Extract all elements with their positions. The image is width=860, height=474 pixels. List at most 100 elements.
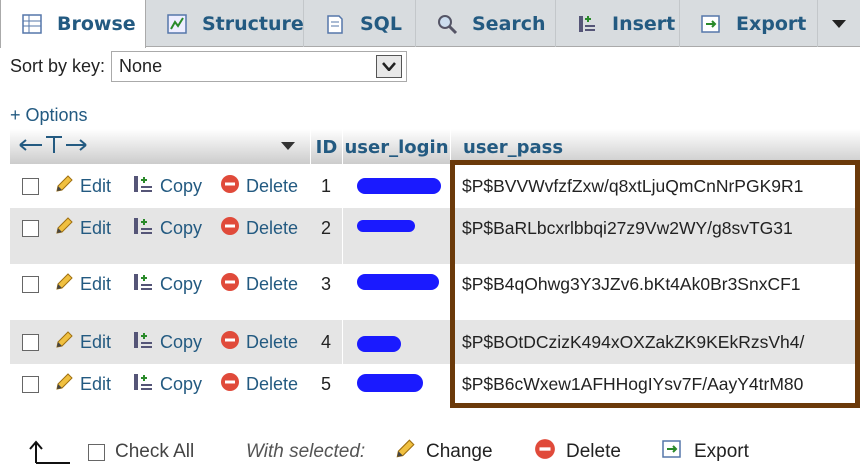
delete-icon [220,272,240,297]
insert-icon [576,13,598,35]
left-right-arrows-icon [18,135,88,160]
sql-icon [324,13,346,35]
copy-label: Copy [160,175,203,196]
cell-user-pass: $P$BOtDCzizK494xOXZakZK9KEkRzsVh4/ [462,331,805,352]
edit-link[interactable]: Edit [54,364,126,404]
cell-user-login-redacted [342,264,450,320]
cell-id: 5 [320,373,331,394]
tab-export[interactable]: Export [680,0,818,47]
delete-label: Delete [246,373,299,394]
delete-label: Delete [246,273,299,294]
delete-label: Delete [246,331,299,352]
chevron-down-icon[interactable] [376,54,403,78]
pencil-icon [394,438,416,466]
cell-id: 2 [320,217,331,238]
delete-link[interactable]: Delete [220,320,310,364]
column-header-user-login[interactable]: user_login [342,129,450,165]
cell-user-login-redacted [342,164,450,208]
chevron-down-icon [831,14,847,33]
delete-icon [220,372,240,397]
tab-more-button[interactable] [818,0,860,47]
delete-link[interactable]: Delete [220,164,310,208]
table-row: Edit Copy Delete 2 $P$BaRLbcxrlbbqi27z9V… [10,208,860,264]
structure-icon [166,13,188,35]
copy-link[interactable]: Copy [132,320,216,364]
bulk-actions-bar: Check All With selected: Change Delete E… [0,430,860,474]
table-row: Edit Copy Delete 1 $P$BVVWvfzfZxw/q8xtLj… [10,164,860,208]
edit-link[interactable]: Edit [54,320,126,364]
copy-label: Copy [160,373,203,394]
copy-icon [132,272,154,297]
export-icon [700,13,722,35]
check-all[interactable]: Check All [88,430,194,474]
tab-insert-label: Insert [612,12,676,35]
delete-link[interactable]: Delete [220,208,310,248]
tab-search[interactable]: Search [416,0,556,47]
tab-browse[interactable]: Browse [0,0,146,48]
arrow-up-left-icon [28,430,74,474]
cell-id: 1 [320,175,331,196]
copy-link[interactable]: Copy [132,264,216,304]
pencil-icon [54,216,74,241]
copy-link[interactable]: Copy [132,164,216,208]
edit-label: Edit [80,175,112,196]
change-selected-button[interactable]: Change [394,430,493,474]
copy-label: Copy [160,331,203,352]
copy-icon [132,372,154,397]
row-checkbox[interactable] [22,375,39,393]
tab-browse-label: Browse [57,13,136,35]
tab-export-label: Export [736,12,807,35]
row-checkbox[interactable] [22,275,39,293]
cell-user-pass: $P$B4qOhwg3Y3JZv6.bKt4Ak0Br3SnxCF1 [462,273,801,294]
edit-link[interactable]: Edit [54,208,126,248]
table-row: Edit Copy Delete 3 $P$B4qOhwg3Y3JZv6.bKt… [10,264,860,320]
check-all-checkbox[interactable] [88,443,105,461]
column-header-user-pass[interactable]: user_pass [450,129,860,165]
column-resize-arrows[interactable] [10,129,310,165]
edit-link[interactable]: Edit [54,264,126,304]
cell-user-login-redacted [342,320,450,364]
copy-icon [132,174,154,199]
delete-link[interactable]: Delete [220,364,310,404]
sort-dropdown-icon[interactable] [280,136,296,155]
tab-sql-label: SQL [360,12,402,35]
edit-label: Edit [80,273,112,294]
check-all-label: Check All [115,441,195,462]
browse-icon [21,13,43,35]
pencil-icon [54,372,74,397]
row-checkbox[interactable] [22,177,39,195]
delete-icon [220,330,240,355]
sort-by-key-select[interactable]: None [111,50,408,82]
edit-label: Edit [80,217,112,238]
tab-insert[interactable]: Insert [556,0,680,47]
cell-user-pass: $P$BVVWvfzfZxw/q8xtLjuQmCnNrPGK9R1 [462,175,804,196]
row-checkbox[interactable] [22,219,39,237]
tab-structure[interactable]: Structure [146,0,304,47]
copy-icon [132,330,154,355]
column-header-id[interactable]: ID [310,129,342,165]
delete-icon [220,216,240,241]
delete-selected-label: Delete [566,441,621,462]
tab-structure-label: Structure [202,12,304,35]
edit-label: Edit [80,331,112,352]
cell-id: 3 [320,273,331,294]
pencil-icon [54,330,74,355]
delete-link[interactable]: Delete [220,264,310,304]
cell-user-pass: $P$B6cWxew1AFHHogIYsv7F/AayY4trM80 [462,373,804,394]
delete-selected-button[interactable]: Delete [534,430,621,474]
cell-user-login-redacted [342,364,450,404]
edit-link[interactable]: Edit [54,164,126,208]
sort-by-key-label: Sort by key: [10,55,106,76]
cell-id: 4 [320,331,331,352]
delete-icon [534,438,556,466]
row-checkbox[interactable] [22,333,39,351]
search-icon [436,13,458,35]
options-link[interactable]: + Options [10,105,88,126]
copy-label: Copy [160,217,203,238]
copy-link[interactable]: Copy [132,364,216,404]
table-row: Edit Copy Delete 5 $P$B6cWxew1AFHHogIYsv… [10,364,860,404]
edit-label: Edit [80,373,112,394]
export-selected-button[interactable]: Export [660,430,749,474]
tab-sql[interactable]: SQL [304,0,416,47]
copy-link[interactable]: Copy [132,208,216,248]
